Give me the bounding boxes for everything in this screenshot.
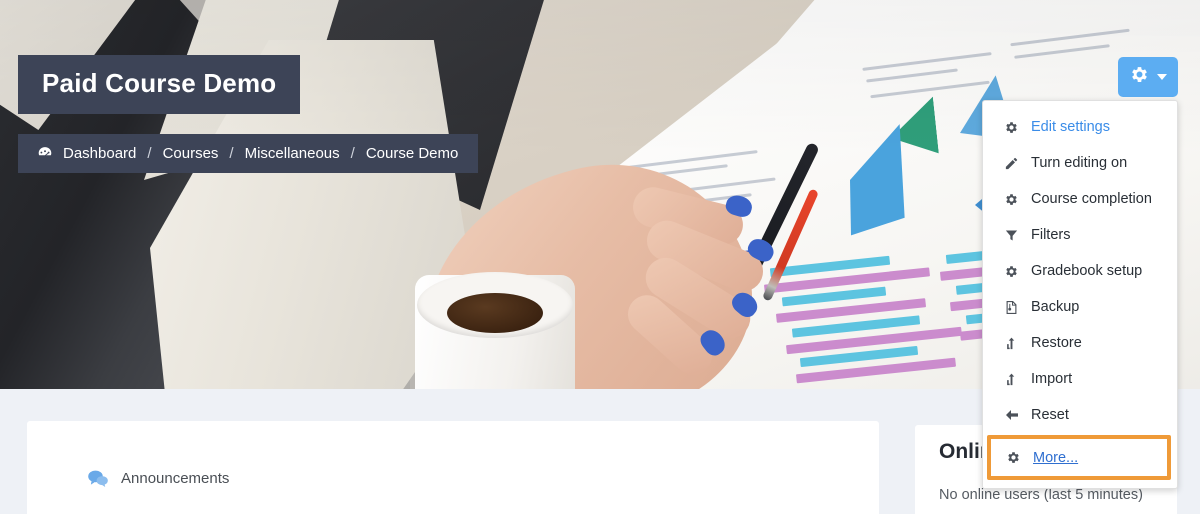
menu-item-label: Backup bbox=[1031, 299, 1080, 315]
list-item[interactable]: Announcements bbox=[87, 469, 229, 488]
breadcrumb-separator: / bbox=[147, 144, 152, 162]
menu-item-reset[interactable]: Reset bbox=[983, 397, 1177, 433]
menu-item-backup[interactable]: Backup bbox=[983, 289, 1177, 325]
menu-item-filters[interactable]: Filters bbox=[983, 217, 1177, 253]
breadcrumb-item-courses[interactable]: Courses bbox=[163, 145, 219, 162]
course-title-text: Paid Course Demo bbox=[42, 68, 277, 98]
menu-item-label: Import bbox=[1031, 371, 1073, 387]
course-section-card: Announcements bbox=[27, 421, 879, 514]
arrow-up-import-icon bbox=[1003, 372, 1020, 387]
menu-item-label: More... bbox=[1033, 449, 1079, 466]
gear-icon bbox=[1003, 264, 1020, 279]
file-backup-icon bbox=[1003, 300, 1020, 315]
menu-item-label: Course completion bbox=[1031, 191, 1152, 207]
menu-item-course-completion[interactable]: Course completion bbox=[983, 181, 1177, 217]
menu-item-label: Gradebook setup bbox=[1031, 263, 1143, 279]
menu-item-edit-settings[interactable]: Edit settings bbox=[983, 109, 1177, 145]
page-root: Paid Course Demo Dashboard / Courses / M… bbox=[0, 0, 1200, 514]
gear-icon bbox=[1129, 64, 1150, 90]
menu-item-turn-editing-on[interactable]: Turn editing on bbox=[983, 145, 1177, 181]
pencil-icon bbox=[1003, 156, 1020, 171]
breadcrumb-item-miscellaneous[interactable]: Miscellaneous bbox=[245, 145, 340, 162]
chevron-down-icon bbox=[1157, 74, 1167, 80]
menu-item-label: Reset bbox=[1031, 407, 1069, 423]
course-actions-gear-button[interactable] bbox=[1118, 57, 1178, 97]
menu-item-gradebook-setup[interactable]: Gradebook setup bbox=[983, 253, 1177, 289]
menu-item-more[interactable]: More... bbox=[987, 435, 1171, 480]
menu-item-label: Filters bbox=[1031, 227, 1071, 243]
menu-item-restore[interactable]: Restore bbox=[983, 325, 1177, 361]
online-users-empty-message: No online users (last 5 minutes) bbox=[939, 487, 1143, 503]
menu-item-label: Edit settings bbox=[1031, 119, 1110, 135]
menu-item-label: Restore bbox=[1031, 335, 1082, 351]
menu-item-label: Turn editing on bbox=[1031, 155, 1128, 171]
list-item-label: Announcements bbox=[121, 470, 230, 487]
breadcrumb: Dashboard / Courses / Miscellaneous / Co… bbox=[18, 134, 479, 173]
arrow-left-icon bbox=[1003, 407, 1020, 423]
course-actions-dropdown: Edit settings Turn editing on Course com… bbox=[982, 100, 1178, 489]
gear-icon bbox=[1003, 120, 1020, 135]
forum-bubbles-icon bbox=[87, 469, 109, 488]
gear-icon bbox=[1003, 192, 1020, 207]
course-title: Paid Course Demo bbox=[18, 55, 301, 114]
breadcrumb-separator: / bbox=[350, 144, 355, 162]
arrow-up-import-icon bbox=[1003, 336, 1020, 351]
breadcrumb-separator: / bbox=[229, 144, 234, 162]
breadcrumb-item-course-demo: Course Demo bbox=[365, 144, 459, 162]
dashboard-tachometer-icon bbox=[36, 144, 54, 162]
menu-item-import[interactable]: Import bbox=[983, 361, 1177, 397]
gear-icon bbox=[1005, 450, 1022, 465]
funnel-icon bbox=[1003, 228, 1020, 243]
breadcrumb-item-dashboard[interactable]: Dashboard bbox=[63, 145, 136, 162]
